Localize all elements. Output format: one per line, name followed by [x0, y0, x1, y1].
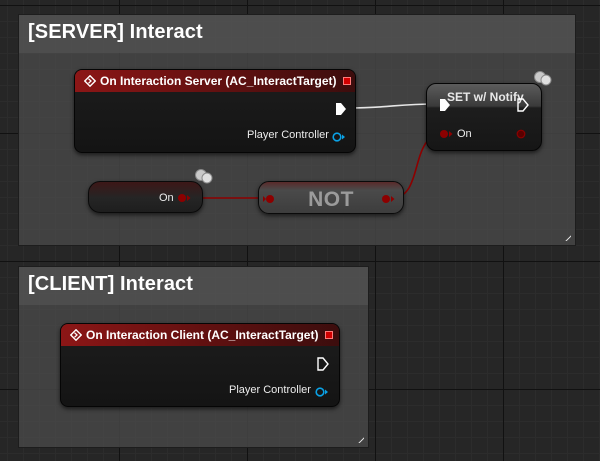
server-event-player-controller-pin[interactable] — [332, 132, 346, 142]
event-diamond-icon — [84, 75, 96, 87]
client-event-player-controller-pin[interactable] — [315, 387, 329, 397]
set-node-title: SET w/ Notify — [447, 90, 524, 104]
event-diamond-icon — [70, 329, 82, 341]
server-event-player-controller-label: Player Controller — [247, 129, 329, 141]
server-event-title: On Interaction Server (AC_InteractTarget… — [100, 74, 337, 88]
get-on-bool-out-pin[interactable] — [177, 193, 191, 203]
set-on-bool-out-pin[interactable] — [516, 129, 526, 139]
replication-icon — [195, 169, 213, 184]
replication-icon — [534, 71, 552, 86]
client-event-player-controller-label: Player Controller — [229, 384, 311, 396]
exec-wire[interactable] — [346, 103, 438, 109]
client-event-node[interactable]: On Interaction Client (AC_InteractTarget… — [60, 323, 340, 407]
set-with-notify-node[interactable]: SET w/ Notify On — [426, 83, 542, 151]
server-event-exec-out-pin[interactable] — [335, 102, 347, 116]
server-event-node[interactable]: On Interaction Server (AC_InteractTarget… — [74, 69, 356, 153]
client-event-delegate-pin[interactable] — [325, 331, 333, 339]
set-on-bool-in-pin[interactable] — [439, 129, 453, 139]
set-on-label: On — [457, 128, 472, 140]
not-bool-out-pin[interactable] — [381, 194, 395, 204]
server-event-delegate-pin[interactable] — [343, 77, 351, 85]
set-exec-out-pin[interactable] — [517, 98, 529, 112]
client-event-exec-out-pin[interactable] — [317, 357, 329, 371]
client-event-title: On Interaction Client (AC_InteractTarget… — [86, 328, 319, 342]
get-on-variable-node[interactable]: On — [88, 181, 203, 213]
set-exec-in-pin[interactable] — [439, 98, 451, 112]
not-boolean-node[interactable]: NOT — [258, 181, 404, 214]
get-on-label: On — [159, 192, 174, 204]
